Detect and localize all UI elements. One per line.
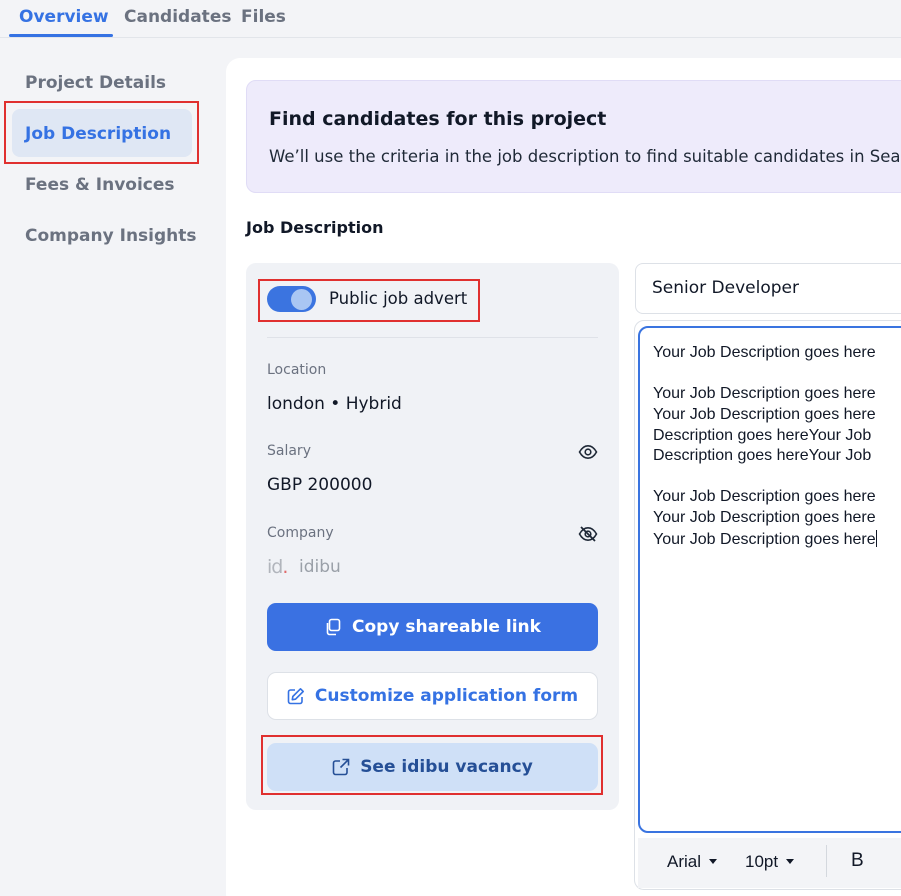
- copy-icon: [326, 618, 341, 636]
- editor-line: Your Job Description goes here: [653, 488, 876, 505]
- tab-overview[interactable]: Overview: [19, 7, 109, 27]
- bold-button[interactable]: B: [851, 850, 864, 872]
- toolbar-separator: [826, 845, 827, 877]
- editor-line: Your Job Description goes here: [653, 509, 876, 526]
- location-value: london • Hybrid: [267, 394, 402, 414]
- active-tab-indicator: [9, 34, 113, 37]
- banner-title: Find candidates for this project: [269, 108, 607, 130]
- location-label: Location: [267, 362, 327, 378]
- copy-shareable-link-label: Copy shareable link: [352, 617, 541, 637]
- banner-subtitle: We’ll use the criteria in the job descri…: [269, 147, 901, 166]
- chevron-down-icon: [709, 859, 718, 864]
- job-description-editor[interactable]: Your Job Description goes here Your Job …: [638, 326, 901, 833]
- editor-line: Your Job Description goes here: [653, 406, 876, 423]
- text-caret: [875, 530, 877, 547]
- editor-line: Description goes hereYour Job: [653, 447, 872, 464]
- find-candidates-banner: Find candidates for this project We’ll u…: [246, 80, 901, 193]
- edit-icon: [287, 688, 304, 705]
- highlight-box-public-advert: [258, 279, 480, 322]
- top-tabs: Overview Candidates Files: [0, 0, 901, 38]
- sidebar-item-fees-invoices[interactable]: Fees & Invoices: [25, 175, 175, 195]
- editor-line: Your Job Description goes here: [653, 344, 876, 361]
- editor-line-with-caret: Your Job Description goes here: [653, 530, 877, 548]
- tab-files[interactable]: Files: [241, 7, 286, 27]
- card-divider: [267, 337, 598, 338]
- highlight-box-see-vacancy: [261, 735, 603, 795]
- salary-visible-eye-icon[interactable]: [578, 444, 598, 460]
- section-title: Job Description: [246, 218, 384, 237]
- company-label: Company: [267, 525, 334, 541]
- job-title-value: Senior Developer: [652, 278, 799, 298]
- editor-line: Your Job Description goes here: [653, 385, 876, 402]
- sidebar-item-project-details[interactable]: Project Details: [25, 73, 166, 93]
- sidebar-item-company-insights[interactable]: Company Insights: [25, 226, 197, 246]
- editor-line: Description goes hereYour Job: [653, 427, 872, 444]
- company-hidden-eye-off-icon[interactable]: [578, 526, 598, 542]
- font-family-select[interactable]: Arial: [667, 852, 718, 872]
- company-value: idibu: [299, 557, 341, 577]
- customize-application-form-label: Customize application form: [314, 686, 579, 706]
- salary-value: GBP 200000: [267, 475, 373, 495]
- idibu-logo: id.: [267, 556, 288, 578]
- tab-candidates[interactable]: Candidates: [124, 7, 231, 27]
- copy-shareable-link-button[interactable]: Copy shareable link: [267, 603, 598, 651]
- customize-application-form-button[interactable]: Customize application form: [267, 672, 598, 720]
- font-size-select[interactable]: 10pt: [745, 852, 795, 872]
- salary-label: Salary: [267, 443, 311, 459]
- highlight-box-job-description: [4, 101, 199, 164]
- chevron-down-icon: [786, 859, 795, 864]
